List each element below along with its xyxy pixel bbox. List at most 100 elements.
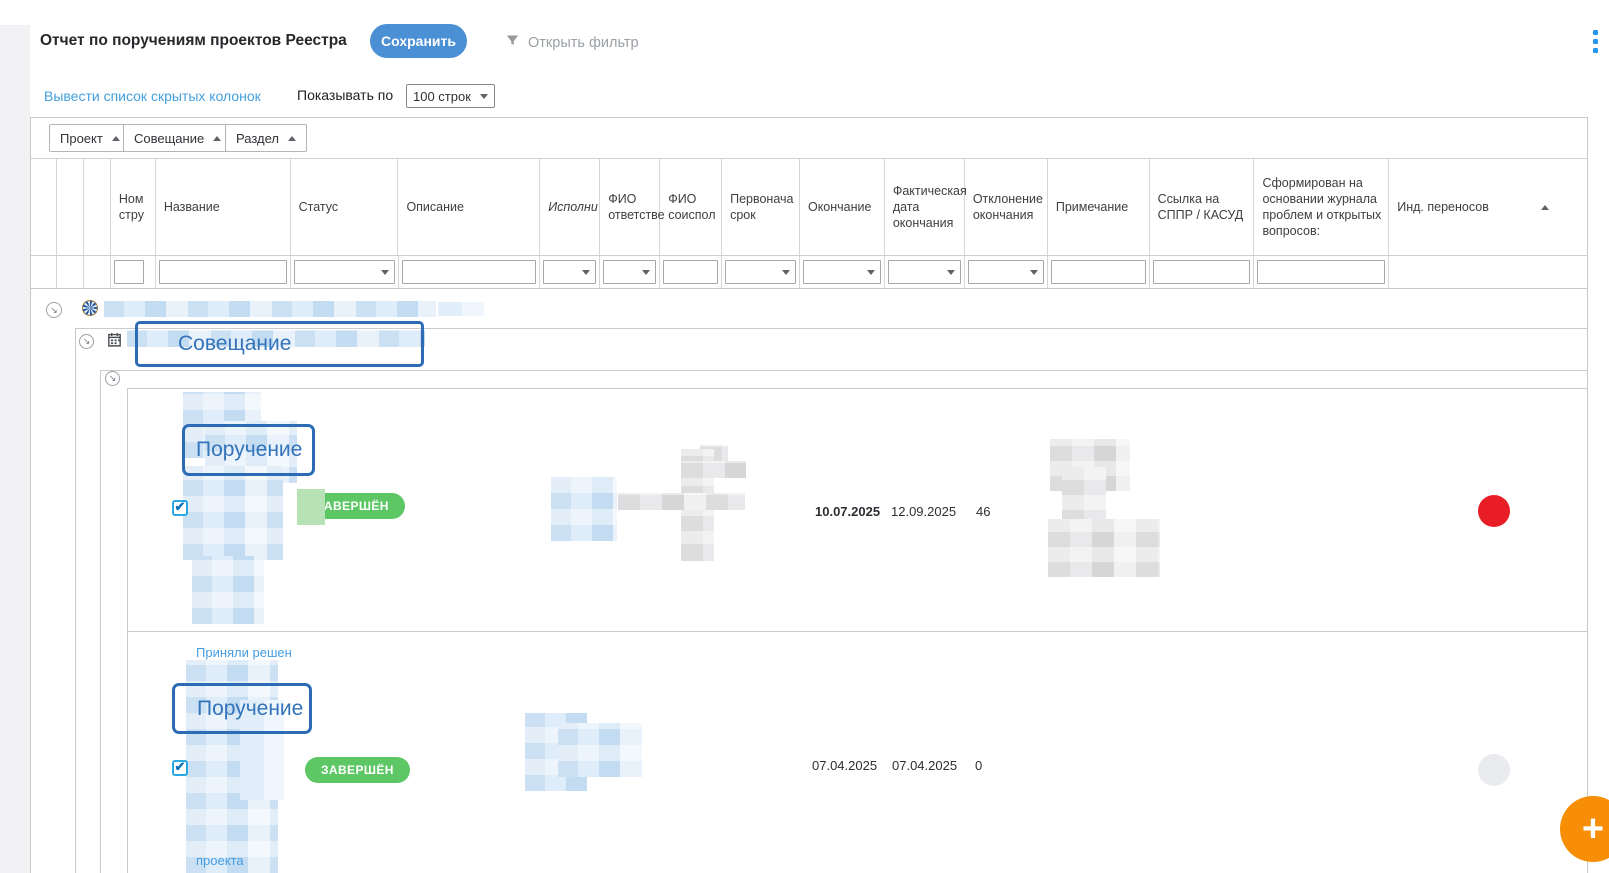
header-label: Инд. переносов bbox=[1397, 199, 1489, 215]
filter-input-description[interactable] bbox=[402, 260, 537, 284]
save-button[interactable]: Сохранить bbox=[370, 24, 467, 58]
header-cell-note[interactable]: Примечание bbox=[1048, 159, 1150, 255]
filter-input-name[interactable] bbox=[159, 260, 287, 284]
group-chip-section[interactable]: Раздел bbox=[225, 124, 307, 152]
group-chip-project[interactable]: Проект bbox=[49, 124, 131, 152]
filter-select-responsible[interactable] bbox=[603, 260, 656, 284]
kebab-menu-icon[interactable] bbox=[1593, 30, 1598, 53]
show-hidden-columns-link[interactable]: Вывести список скрытых колонок bbox=[44, 88, 261, 104]
group-chip-meeting[interactable]: Совещание bbox=[123, 124, 232, 152]
grouping-bar: Проект Совещание Раздел bbox=[31, 118, 1587, 158]
chevron-down-icon bbox=[480, 94, 488, 99]
group-chip-label: Совещание bbox=[134, 131, 204, 146]
filter-select-actual-end[interactable] bbox=[888, 260, 961, 284]
header-cell-name[interactable]: Название bbox=[156, 159, 291, 255]
header-cell-formed-from[interactable]: Сформирован на основании журнала проблем… bbox=[1254, 159, 1389, 255]
header-cell-deviation[interactable]: Отклонение окончания bbox=[965, 159, 1048, 255]
filter-cell-initial-term bbox=[722, 256, 800, 288]
filter-cell-note bbox=[1048, 256, 1150, 288]
deviation-value: 0 bbox=[975, 758, 982, 773]
annotation-task-box: Поручение bbox=[182, 424, 315, 476]
tree-border bbox=[75, 328, 76, 873]
sort-asc-icon bbox=[1541, 205, 1549, 210]
end-date: 10.07.2025 bbox=[815, 504, 880, 519]
filter-cell-actual-end bbox=[885, 256, 965, 288]
page-size-value: 100 строк bbox=[413, 89, 471, 104]
annotation-task-box: Поручение bbox=[172, 683, 312, 734]
header-cell-transfer-indicator[interactable]: Инд. переносов bbox=[1389, 159, 1587, 255]
open-filter-label: Открыть фильтр bbox=[528, 35, 639, 51]
filter-input-note[interactable] bbox=[1051, 260, 1146, 284]
header-cell-empty bbox=[57, 159, 84, 255]
filter-select-end[interactable] bbox=[803, 260, 881, 284]
dropdown-arrow-icon bbox=[947, 270, 955, 275]
open-filter-button[interactable]: Открыть фильтр bbox=[505, 33, 639, 52]
end-date: 07.04.2025 bbox=[812, 758, 877, 773]
dropdown-arrow-icon bbox=[782, 270, 790, 275]
filter-select-executor[interactable] bbox=[543, 260, 596, 284]
header-cell-status[interactable]: Статус bbox=[291, 159, 399, 255]
sort-asc-icon bbox=[112, 136, 120, 141]
redacted-content bbox=[558, 723, 642, 777]
dropdown-arrow-icon bbox=[642, 270, 650, 275]
header-cell-coexecutor[interactable]: ФИО соиспол bbox=[660, 159, 722, 255]
dropdown-arrow-icon bbox=[867, 270, 875, 275]
filter-cell-formed-from bbox=[1254, 256, 1389, 288]
header-cell-empty bbox=[31, 159, 57, 255]
task-checkbox[interactable]: ✔ bbox=[172, 760, 188, 776]
header-cell-initial-term[interactable]: Первонача срок bbox=[722, 159, 800, 255]
annotation-meeting-label: Совещание bbox=[178, 332, 291, 356]
dropdown-arrow-icon bbox=[1030, 270, 1038, 275]
page-size-label: Показывать по bbox=[297, 87, 393, 103]
filter-cell-description bbox=[399, 256, 541, 288]
filter-input-number[interactable] bbox=[114, 260, 144, 284]
header-cell-empty bbox=[84, 159, 111, 255]
expand-section-icon[interactable]: ↘ bbox=[105, 371, 120, 386]
transfer-indicator-gray bbox=[1478, 754, 1510, 786]
filter-input-formed-from[interactable] bbox=[1257, 260, 1385, 284]
task-checkbox[interactable]: ✔ bbox=[172, 500, 188, 516]
expand-meeting-icon[interactable]: ↘ bbox=[79, 334, 94, 349]
header-cell-actual-end[interactable]: Фактическая дата окончания bbox=[885, 159, 965, 255]
filter-input-coexecutor[interactable] bbox=[663, 260, 718, 284]
filter-cell-name bbox=[156, 256, 291, 288]
filter-cell-coexecutor bbox=[660, 256, 722, 288]
deviation-value: 46 bbox=[976, 504, 990, 519]
actual-end-date: 07.04.2025 bbox=[892, 758, 957, 773]
redacted-content bbox=[1062, 467, 1106, 525]
filter-cell-empty bbox=[57, 256, 84, 288]
filter-select-initial-term[interactable] bbox=[725, 260, 796, 284]
header-cell-description[interactable]: Описание bbox=[398, 159, 540, 255]
project-link[interactable]: проекта bbox=[196, 853, 244, 868]
header-cell-end[interactable]: Окончание bbox=[800, 159, 885, 255]
annotation-meeting-box: Совещание bbox=[135, 321, 424, 367]
dropdown-arrow-icon bbox=[582, 270, 590, 275]
redacted-content bbox=[1048, 519, 1160, 577]
filter-cell-empty bbox=[31, 256, 57, 288]
row-divider bbox=[128, 631, 1588, 632]
page-title: Отчет по поручениям проектов Реестра bbox=[40, 32, 347, 50]
project-logo-icon bbox=[82, 300, 98, 316]
group-chip-label: Проект bbox=[60, 131, 103, 146]
filter-cell-executor bbox=[540, 256, 600, 288]
funnel-icon bbox=[505, 33, 520, 52]
redacted-content bbox=[297, 489, 325, 525]
header-cell-executor[interactable]: Исполни bbox=[540, 159, 600, 255]
filter-cell-deviation bbox=[965, 256, 1048, 288]
dropdown-arrow-icon bbox=[381, 270, 389, 275]
sort-asc-icon bbox=[213, 136, 221, 141]
filter-select-deviation[interactable] bbox=[968, 260, 1044, 284]
calendar-icon bbox=[106, 331, 123, 353]
filter-select-status[interactable] bbox=[294, 260, 395, 284]
expand-project-icon[interactable]: ↘ bbox=[46, 302, 62, 318]
header-cell-responsible[interactable]: ФИО ответстве bbox=[600, 159, 660, 255]
redacted-content bbox=[681, 540, 714, 559]
actual-end-date: 12.09.2025 bbox=[891, 504, 956, 519]
header-cell-number[interactable]: Ном стру bbox=[111, 159, 156, 255]
filter-input-link[interactable] bbox=[1153, 260, 1251, 284]
page-size-select[interactable]: 100 строк bbox=[406, 84, 495, 108]
annotation-task-label: Поручение bbox=[197, 697, 303, 721]
header-cell-link[interactable]: Ссылка на СППР / КАСУД bbox=[1150, 159, 1255, 255]
decision-link[interactable]: Приняли решен bbox=[196, 645, 292, 660]
table-header-row: Ном стру Название Статус Описание Исполн… bbox=[31, 158, 1587, 255]
